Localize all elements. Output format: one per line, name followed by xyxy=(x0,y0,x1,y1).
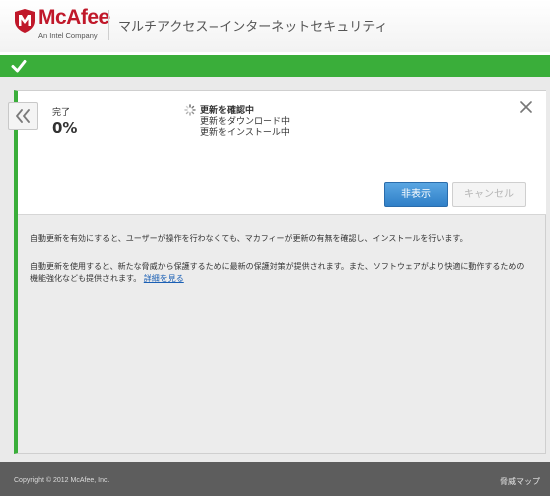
header-divider xyxy=(108,10,109,40)
description-auto-update: 自動更新を有効にすると、ユーザーが操作を行わなくても、マカフィーが更新の有無を確… xyxy=(30,234,468,243)
cancel-button[interactable]: キャンセル xyxy=(452,182,526,207)
brand-name: McAfee xyxy=(38,6,110,29)
threat-map-link[interactable]: 脅威マップ xyxy=(500,476,540,487)
brand-subtitle: An Intel Company xyxy=(38,31,98,40)
app-header: McAfee An Intel Company マルチアクセス−インターネットセ… xyxy=(0,0,550,52)
app-footer: Copyright © 2012 McAfee, Inc. 脅威マップ xyxy=(0,462,550,496)
hide-button[interactable]: 非表示 xyxy=(384,182,448,207)
copyright-text: Copyright © 2012 McAfee, Inc. xyxy=(14,477,110,484)
checkmark-icon xyxy=(11,60,27,73)
description-benefits: 自動更新を使用すると、新たな脅威から保護するために最新の保護対策が提供されます。… xyxy=(30,261,532,285)
status-label: 完了 xyxy=(52,108,71,118)
update-status-area: 完了 0% 更新を確認中 更新をダウンロード中 更新をインストール中 非表示 キ… xyxy=(18,91,546,215)
description-benefits-text: 自動更新を使用すると、新たな脅威から保護するために最新の保護対策が提供されます。… xyxy=(30,262,525,283)
status-bar xyxy=(0,55,550,77)
back-button[interactable] xyxy=(8,102,38,130)
details-link[interactable]: 詳細を見る xyxy=(144,274,184,283)
mcafee-shield-icon xyxy=(15,9,35,33)
app-title: マルチアクセス−インターネットセキュリティ xyxy=(118,20,388,35)
update-install-status: 更新をインストール中 xyxy=(200,128,290,138)
progress-percent: 0% xyxy=(52,119,78,137)
close-icon[interactable] xyxy=(520,101,532,113)
double-chevron-left-icon xyxy=(16,109,30,123)
spinner-icon xyxy=(184,104,196,116)
update-panel: 完了 0% 更新を確認中 更新をダウンロード中 更新をインストール中 非表示 キ… xyxy=(14,90,546,454)
